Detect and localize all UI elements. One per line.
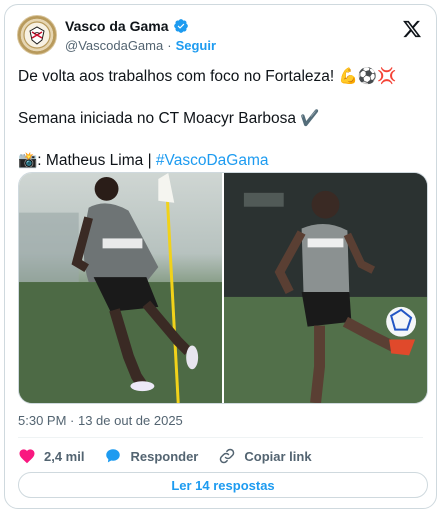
handle-separator: ·: [167, 38, 172, 53]
account-handle[interactable]: @VascodaGama: [65, 38, 163, 53]
account-name[interactable]: Vasco da Gama: [65, 18, 169, 34]
tweet-timestamp[interactable]: 5:30 PM · 13 de out de 2025: [18, 413, 183, 428]
tweet-line-1: De volta aos trabalhos com foco no Forta…: [18, 68, 397, 85]
heart-icon: [18, 447, 36, 465]
tweet-header: Vasco da Gama @VascodaGama · Seguir: [17, 15, 424, 59]
verified-badge-icon: [173, 18, 189, 34]
copy-link-label: Copiar link: [244, 448, 312, 464]
like-count: 2,4 mil: [44, 448, 85, 464]
follow-button[interactable]: Seguir: [176, 38, 216, 53]
handle-row: @VascodaGama · Seguir: [65, 38, 216, 53]
reply-label: Responder: [130, 448, 199, 464]
photo-credit: 📸: Matheus Lima |: [18, 152, 156, 169]
tweet-text: De volta aos trabalhos com foco no Forta…: [18, 67, 428, 171]
tweet-card: Vasco da Gama @VascodaGama · Seguir De v…: [4, 4, 437, 509]
link-icon: [218, 447, 236, 465]
tweet-line-2: Semana iniciada no CT Moacyr Barbosa ✔️: [18, 110, 320, 127]
tweet-credit-line: 📸: Matheus Lima | #VascoDaGama: [18, 151, 428, 171]
x-logo-icon[interactable]: [402, 19, 422, 39]
avatar[interactable]: [17, 15, 57, 55]
media-grid: [18, 172, 428, 404]
hashtag-link[interactable]: #VascoDaGama: [156, 152, 269, 169]
photo-player-running[interactable]: [19, 173, 222, 403]
photo-player-ball[interactable]: [224, 173, 427, 403]
club-crest-icon: [23, 21, 51, 49]
reply-bubble-icon: [104, 447, 122, 465]
action-bar: 2,4 mil Responder Copiar link: [18, 445, 312, 467]
read-replies-button[interactable]: Ler 14 respostas: [18, 472, 428, 498]
account-name-row: Vasco da Gama: [65, 18, 189, 34]
reply-button[interactable]: Responder: [104, 447, 198, 465]
copy-link-button[interactable]: Copiar link: [218, 447, 312, 465]
divider: [18, 437, 423, 438]
like-button[interactable]: 2,4 mil: [18, 447, 84, 465]
